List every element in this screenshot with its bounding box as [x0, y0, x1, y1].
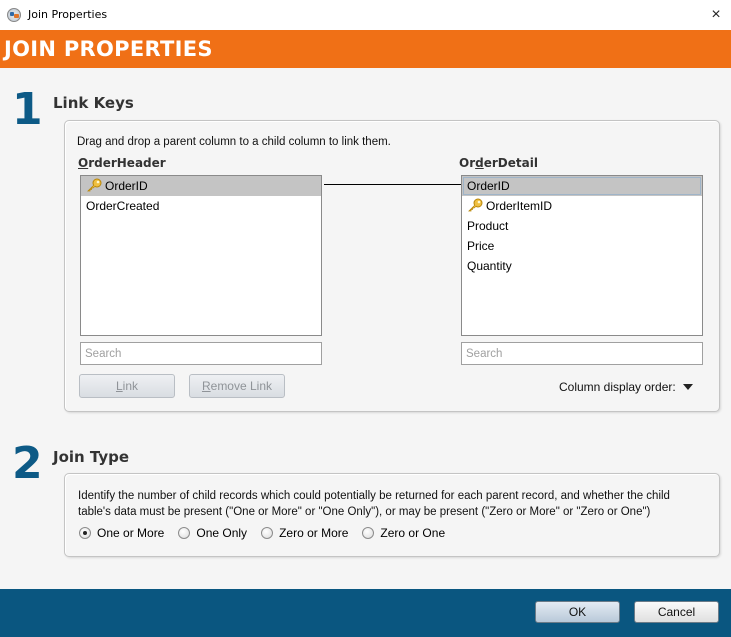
description-line-2: table's data must be present ("One or Mo…	[78, 506, 651, 518]
column-name: Quantity	[467, 259, 512, 273]
join-type-radio-group: One or More One Only Zero or More Zero o…	[79, 526, 459, 540]
window-titlebar: Join Properties ×	[0, 0, 731, 30]
join-type-description: Identify the number of child records whi…	[78, 488, 670, 520]
key-icon	[468, 198, 483, 212]
cancel-button[interactable]: Cancel	[634, 601, 719, 623]
child-label-mnemonic: d	[475, 156, 484, 170]
description-line-1: Identify the number of child records whi…	[78, 490, 670, 502]
radio-label: One Only	[196, 526, 248, 540]
parent-label-mnemonic: O	[78, 156, 89, 170]
child-column-quantity[interactable]: Quantity	[462, 256, 702, 276]
column-name: OrderItemID	[486, 199, 553, 213]
child-column-product[interactable]: Product	[462, 216, 702, 236]
parent-label-rest: rderHeader	[88, 156, 166, 170]
radio-one-or-more[interactable]: One or More	[79, 526, 164, 540]
key-icon	[87, 178, 102, 192]
link-mnemonic: L	[115, 379, 123, 393]
radio-unchecked-icon[interactable]	[178, 527, 191, 539]
radio-label: Zero or One	[380, 526, 446, 540]
column-display-order-dropdown[interactable]: Column display order:	[559, 380, 693, 394]
column-display-order-label: Column display order:	[559, 380, 676, 394]
child-column-orderitemid[interactable]: OrderItemID	[462, 196, 702, 216]
child-table-label: OrderDetail	[459, 156, 538, 170]
remove-mnemonic: R	[201, 379, 211, 393]
parent-search-input[interactable]	[80, 342, 322, 365]
radio-one-only[interactable]: One Only	[178, 526, 247, 540]
child-search-input[interactable]	[461, 342, 703, 365]
child-label-pre: Or	[459, 156, 476, 170]
window-title: Join Properties	[28, 8, 108, 21]
remove-label-rest: emove Link	[210, 379, 273, 393]
radio-label: Zero or More	[279, 526, 349, 540]
parent-column-list[interactable]: OrderID OrderCreated	[80, 175, 322, 336]
close-icon[interactable]: ×	[701, 0, 731, 30]
dialog-footer: OK Cancel	[0, 589, 731, 637]
link-label-rest: ink	[122, 379, 139, 393]
link-keys-heading: Link Keys	[53, 94, 134, 112]
child-label-rest: erDetail	[483, 156, 538, 170]
column-name: OrderCreated	[86, 199, 160, 213]
column-name: Price	[467, 239, 495, 253]
child-column-list[interactable]: OrderID OrderItemID Product Price Quanti…	[461, 175, 703, 336]
parent-table-label: OrderHeader	[78, 156, 166, 170]
link-keys-hint: Drag and drop a parent column to a child…	[77, 136, 391, 148]
radio-zero-or-more[interactable]: Zero or More	[261, 526, 348, 540]
ok-button[interactable]: OK	[535, 601, 620, 623]
link-button[interactable]: Link	[79, 374, 175, 398]
radio-label: One or More	[97, 526, 165, 540]
join-type-heading: Join Type	[53, 448, 130, 466]
step-number-2: 2	[12, 438, 43, 489]
caret-down-icon	[682, 384, 693, 390]
link-connector-line[interactable]	[324, 184, 461, 185]
step-number-1: 1	[12, 84, 43, 135]
column-name: OrderID	[105, 179, 148, 193]
child-column-price[interactable]: Price	[462, 236, 702, 256]
parent-column-orderid[interactable]: OrderID	[81, 176, 321, 196]
radio-zero-or-one[interactable]: Zero or One	[362, 526, 445, 540]
radio-unchecked-icon[interactable]	[362, 527, 375, 539]
radio-unchecked-icon[interactable]	[261, 527, 274, 539]
column-name: Product	[467, 219, 509, 233]
parent-column-ordercreated[interactable]: OrderCreated	[81, 196, 321, 216]
radio-checked-icon[interactable]	[79, 527, 91, 539]
app-icon	[7, 8, 21, 22]
child-column-orderid[interactable]: OrderID	[462, 176, 702, 196]
remove-link-button[interactable]: Remove Link	[189, 374, 285, 398]
column-name: OrderID	[467, 179, 510, 193]
banner-title: JOIN PROPERTIES	[4, 37, 213, 61]
dialog-banner: JOIN PROPERTIES	[0, 30, 731, 68]
